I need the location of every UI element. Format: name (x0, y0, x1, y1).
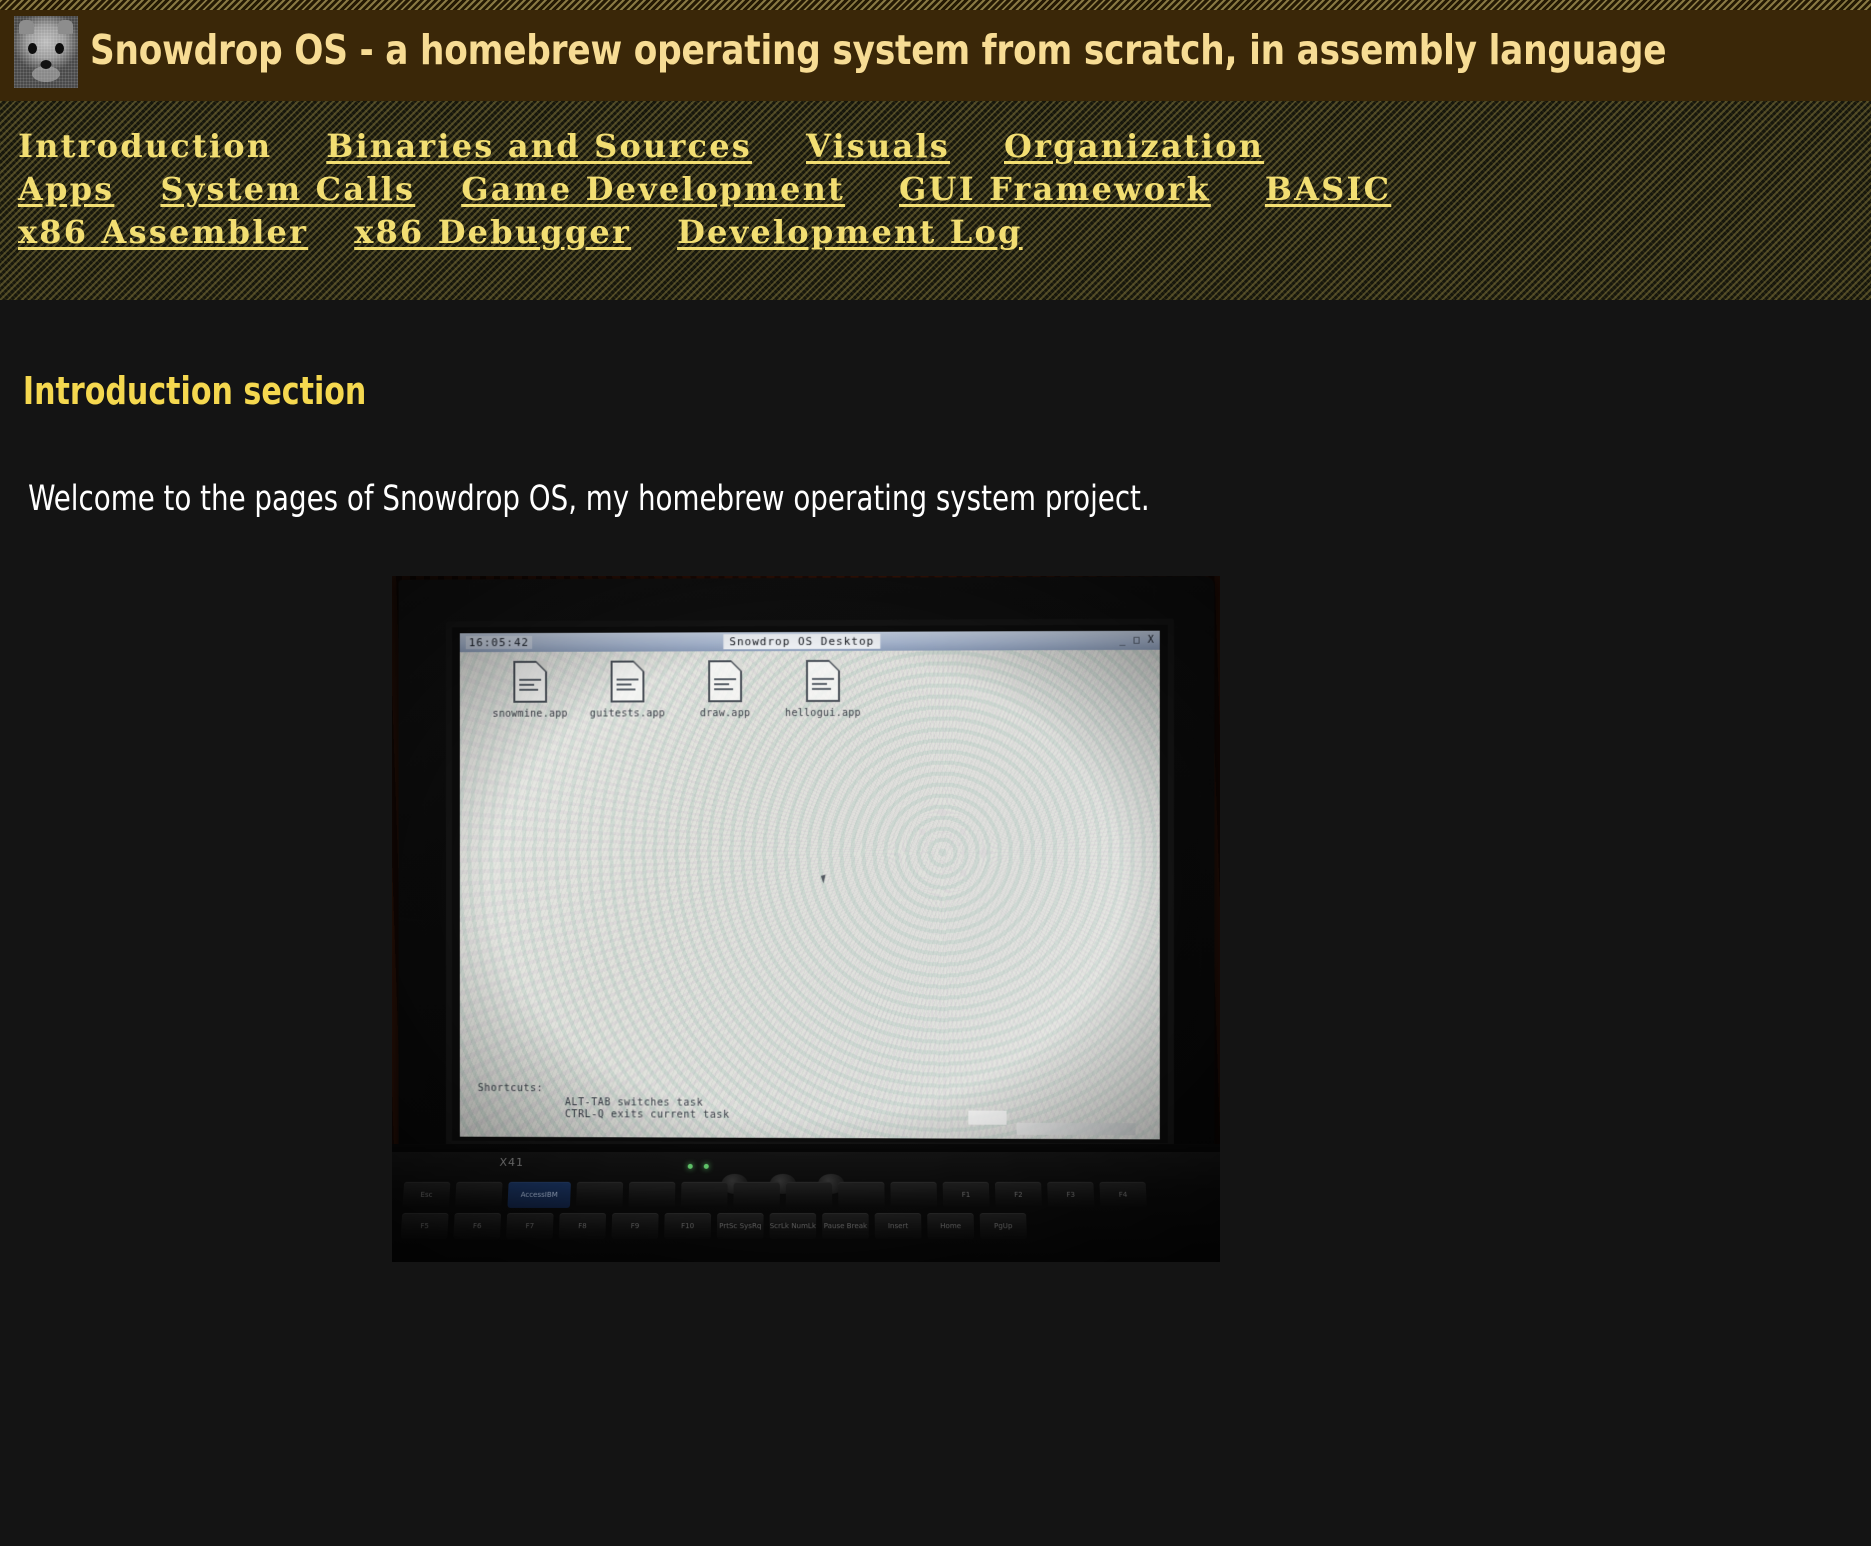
key-blank-2[interactable] (576, 1181, 624, 1208)
dog-ear-right-icon (58, 19, 73, 34)
key-home[interactable]: Home (927, 1212, 975, 1240)
laptop-base: X41 Esc AccessIBM F1 F2 F3 F4 F5 F6 F7 F… (392, 1152, 1220, 1262)
nav-link-gui-framework[interactable]: GUI Framework (899, 170, 1211, 208)
dog-eye-left-icon (28, 42, 37, 54)
dog-face-icon (14, 15, 78, 88)
screen-artifact-a (1016, 1122, 1136, 1136)
key-scrlk[interactable]: ScrLk NumLk (769, 1212, 817, 1240)
os-window-title: Snowdrop OS Desktop (723, 633, 881, 650)
document-icon (513, 660, 548, 703)
header-texture-strip (0, 0, 1871, 10)
document-icon-lines (616, 678, 639, 691)
key-f7[interactable]: F7 (505, 1212, 554, 1240)
key-f3[interactable]: F3 (1047, 1181, 1095, 1208)
nav-link-binaries-and-sources[interactable]: Binaries and Sources (326, 127, 752, 165)
nav-link-development-log[interactable]: Development Log (677, 213, 1023, 251)
os-screen: 16:05:42 Snowdrop OS Desktop _ □ X snowm… (459, 630, 1160, 1140)
main-navigation: Introduction Binaries and Sources Visuals O… (0, 101, 1871, 300)
key-f10[interactable]: F10 (664, 1212, 712, 1240)
key-f9[interactable]: F9 (611, 1212, 659, 1240)
nav-link-visuals[interactable]: Visuals (806, 127, 950, 165)
desktop-icon-label: snowmine.app (492, 708, 568, 720)
key-blank-1[interactable] (454, 1181, 503, 1208)
desktop-icon-label: guitests.app (589, 708, 666, 720)
nav-link-apps[interactable]: Apps (18, 170, 114, 208)
key-f8[interactable]: F8 (558, 1212, 607, 1240)
nav-link-basic[interactable]: BASIC (1265, 170, 1391, 208)
nav-row-2: Apps System Calls Game Development GUI Fram… (18, 168, 1871, 211)
page-content: Introduction section Welcome to the page… (0, 300, 1871, 1262)
key-blank-4[interactable] (680, 1181, 728, 1208)
screen-artifact-b (968, 1110, 1007, 1125)
desktop-icon-label: draw.app (699, 708, 751, 720)
key-blank-7[interactable] (838, 1181, 885, 1208)
laptop-model-label: X41 (499, 1155, 525, 1169)
key-insert[interactable]: Insert (874, 1212, 922, 1240)
key-blank-3[interactable] (628, 1181, 676, 1208)
os-title-bar: 16:05:42 Snowdrop OS Desktop _ □ X (459, 630, 1160, 653)
key-blank-8[interactable] (890, 1181, 938, 1208)
laptop-lid: 16:05:42 Snowdrop OS Desktop _ □ X snowm… (398, 576, 1215, 1180)
key-pgup[interactable]: PgUp (979, 1212, 1027, 1240)
shortcuts-help: Shortcuts: ALT-TAB switches task CTRL-Q … (478, 1083, 730, 1122)
battery-led-icon (703, 1163, 709, 1169)
nav-link-x86-debugger[interactable]: x86 Debugger (354, 213, 631, 251)
document-icon (805, 659, 841, 702)
desktop-icon-draw[interactable]: draw.app (676, 660, 774, 719)
dog-snout-icon (40, 59, 52, 69)
nav-link-game-development[interactable]: Game Development (461, 170, 845, 208)
nav-link-x86-assembler[interactable]: x86 Assembler (18, 213, 308, 251)
document-icon-lines (519, 678, 542, 691)
shortcut-line-1: ALT-TAB switches task (564, 1097, 704, 1109)
laptop-photo: 16:05:42 Snowdrop OS Desktop _ □ X snowm… (392, 576, 1220, 1262)
key-pause[interactable]: Pause Break (822, 1212, 869, 1240)
key-blank-5[interactable] (733, 1181, 780, 1208)
document-icon (708, 660, 743, 703)
nav-row-1: Introduction Binaries and Sources Visuals O… (18, 125, 1871, 168)
nav-row-3: x86 Assembler x86 Debugger Development Log (18, 211, 1871, 254)
desktop-icon-guitests[interactable]: guitests.app (579, 660, 676, 720)
key-f2[interactable]: F2 (994, 1181, 1043, 1208)
welcome-paragraph: Welcome to the pages of Snowdrop OS, my … (28, 479, 1150, 519)
page-title: Introduction section (22, 369, 367, 413)
key-f4[interactable]: F4 (1099, 1181, 1147, 1208)
key-blank-6[interactable] (785, 1181, 833, 1208)
desktop-icons: snowmine.app guitests.app draw.app hello… (482, 659, 872, 720)
key-f1[interactable]: F1 (942, 1181, 990, 1208)
site-header: Snowdrop OS - a homebrew operating syste… (0, 0, 1871, 101)
dog-eye-right-icon (55, 42, 64, 54)
nav-link-organization[interactable]: Organization (1004, 127, 1264, 165)
key-f5[interactable]: F5 (400, 1212, 449, 1240)
document-icon-lines (811, 677, 835, 690)
os-clock: 16:05:42 (465, 635, 533, 650)
key-prtsc[interactable]: PrtSc SysRq (716, 1212, 764, 1240)
nav-link-system-calls[interactable]: System Calls (160, 170, 415, 208)
site-title: Snowdrop OS - a homebrew operating syste… (90, 26, 1667, 74)
key-esc[interactable]: Esc (402, 1181, 451, 1208)
nav-link-introduction[interactable]: Introduction (18, 127, 272, 165)
dog-ear-left-icon (19, 19, 34, 34)
key-access-ibm[interactable]: AccessIBM (507, 1181, 571, 1208)
power-led-icon (687, 1163, 693, 1169)
os-window-buttons[interactable]: _ □ X (1119, 635, 1154, 646)
shortcuts-label: Shortcuts: (477, 1082, 544, 1095)
document-icon-lines (714, 678, 737, 691)
key-f6[interactable]: F6 (453, 1212, 502, 1240)
laptop-keyboard[interactable]: Esc AccessIBM F1 F2 F3 F4 F5 F6 F7 F8 F9 (400, 1181, 1151, 1240)
screen-bezel: 16:05:42 Snowdrop OS Desktop _ □ X snowm… (446, 618, 1174, 1150)
desktop-icon-label: hellogui.app (785, 707, 861, 720)
shortcut-line-2: CTRL-Q exits current task (564, 1109, 730, 1121)
document-icon (610, 660, 645, 703)
desktop-icon-snowmine[interactable]: snowmine.app (482, 660, 579, 720)
desktop-icon-hellogui[interactable]: hellogui.app (774, 659, 872, 720)
